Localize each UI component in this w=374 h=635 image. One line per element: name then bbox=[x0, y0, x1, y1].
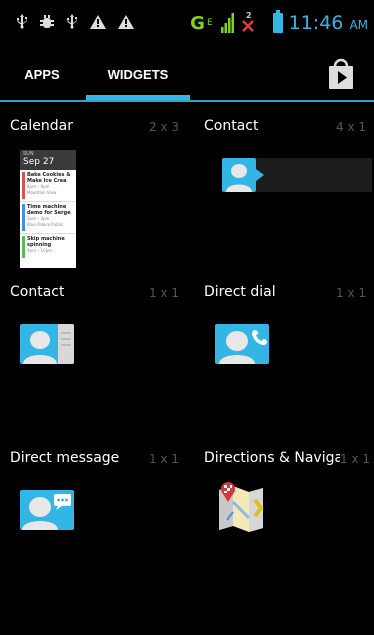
no-sim-icon: 2 bbox=[241, 10, 255, 36]
widget-name: Direct message bbox=[10, 450, 120, 466]
debug-icon bbox=[40, 14, 54, 33]
contact-large-preview bbox=[222, 158, 372, 192]
message-icon bbox=[22, 494, 71, 530]
widget-contact[interactable]: Contact 1 x 1 bbox=[0, 270, 187, 436]
tab-apps[interactable]: APPS bbox=[14, 46, 70, 102]
widget-name: Direct dial bbox=[204, 284, 276, 300]
signal-icon bbox=[220, 13, 235, 33]
clock: 11:46 AM bbox=[288, 12, 368, 34]
widget-contact-large[interactable]: Contact 4 x 1 bbox=[187, 104, 374, 270]
battery-icon bbox=[272, 10, 283, 33]
map-icon bbox=[219, 482, 264, 532]
contact-preview bbox=[20, 324, 74, 364]
widget-size: 1 x 1 bbox=[340, 452, 370, 466]
widget-name: Contact bbox=[204, 118, 259, 134]
direct-dial-preview bbox=[215, 324, 269, 364]
play-store-button[interactable] bbox=[318, 51, 364, 97]
contact-avatar bbox=[20, 490, 74, 530]
calendar-header: SUN Sep 27 bbox=[20, 150, 76, 170]
calendar-preview: SUN Sep 27 Bake Cookies & Make Ice Crea … bbox=[20, 150, 76, 268]
widget-name: Directions & Naviga bbox=[204, 450, 340, 466]
usb-icon bbox=[66, 13, 78, 33]
calendar-event: Bake Cookies & Make Ice Crea 8pm – 9pm M… bbox=[20, 170, 76, 202]
tab-bar: APPS WIDGETS bbox=[0, 46, 374, 102]
svg-text:2: 2 bbox=[246, 11, 252, 20]
calendar-event: Skip machine spinning 9pm – 10pm bbox=[20, 234, 76, 266]
widget-name: Contact bbox=[10, 284, 65, 300]
widget-calendar[interactable]: Calendar 2 x 3 SUN Sep 27 Bake Cookies &… bbox=[0, 104, 187, 270]
widget-size: 4 x 1 bbox=[336, 120, 366, 134]
usb-icon bbox=[16, 13, 28, 33]
widget-grid: Calendar 2 x 3 SUN Sep 27 Bake Cookies &… bbox=[0, 104, 374, 635]
widget-size: 2 x 3 bbox=[149, 120, 179, 134]
network-type: G bbox=[190, 12, 205, 34]
contact-avatar bbox=[222, 158, 256, 192]
tab-widgets[interactable]: WIDGETS bbox=[86, 46, 190, 102]
warning-icon bbox=[90, 14, 106, 32]
contact-name-strip bbox=[256, 158, 372, 192]
widget-direct-dial[interactable]: Direct dial 1 x 1 bbox=[187, 270, 374, 436]
notification-icons bbox=[0, 13, 134, 33]
widget-direct-message[interactable]: Direct message 1 x 1 bbox=[0, 436, 187, 602]
person-icon bbox=[226, 164, 252, 192]
navigation-preview bbox=[215, 480, 267, 536]
calendar-event: Time machine demo for Serge 3pm – 4pm Bl… bbox=[20, 202, 76, 234]
contact-avatar bbox=[20, 324, 74, 364]
direct-message-preview bbox=[20, 490, 74, 530]
widget-size: 1 x 1 bbox=[149, 286, 179, 300]
widget-directions-navigation[interactable]: Directions & Naviga 1 x 1 bbox=[187, 436, 374, 602]
tab-divider bbox=[0, 100, 374, 102]
warning-icon bbox=[118, 14, 134, 32]
network-subtype: E bbox=[206, 18, 213, 28]
person-icon bbox=[23, 324, 74, 364]
widget-size: 1 x 1 bbox=[149, 452, 179, 466]
widget-name: Calendar bbox=[10, 118, 73, 134]
play-store-icon bbox=[329, 58, 353, 89]
status-bar: G E 2 11:46 AM bbox=[0, 0, 374, 46]
calendar-date: Sep 27 bbox=[23, 157, 55, 167]
widget-size: 1 x 1 bbox=[336, 286, 366, 300]
system-icons: G E 2 11:46 AM bbox=[190, 0, 368, 46]
contact-avatar bbox=[215, 324, 269, 364]
phone-icon bbox=[219, 330, 267, 364]
